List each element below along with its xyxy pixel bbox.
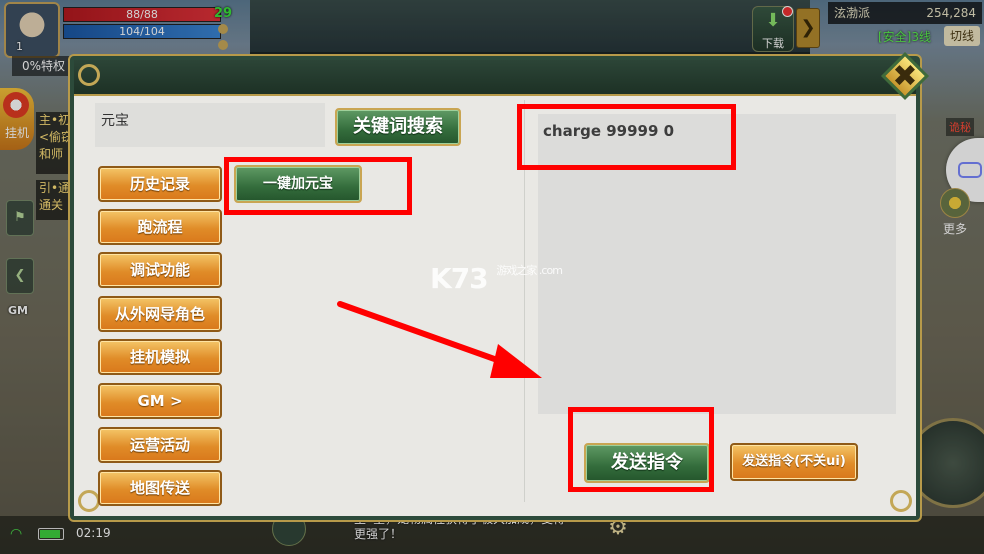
highlight-box	[517, 104, 736, 170]
corner-ornament	[78, 490, 100, 512]
close-button[interactable]: ✖	[880, 51, 932, 102]
menu-map-teleport[interactable]: 地图传送	[98, 470, 222, 506]
watermark-sub: 游戏之家 .com	[496, 264, 562, 277]
search-input-value: 元宝	[101, 113, 129, 129]
menu-import-role[interactable]: 从外网导角色	[98, 296, 222, 332]
watermark-main: K73	[430, 262, 489, 295]
menu-idle-sim[interactable]: 挂机模拟	[98, 339, 222, 375]
highlight-box	[224, 157, 412, 215]
menu-gm[interactable]: GM >	[98, 383, 222, 419]
menu-operations[interactable]: 运营活动	[98, 427, 222, 463]
menu-history[interactable]: 历史记录	[98, 166, 222, 202]
corner-ornament	[78, 64, 100, 86]
menu-run-flow[interactable]: 跑流程	[98, 209, 222, 245]
keyword-search-button[interactable]: 关键词搜索	[335, 108, 461, 146]
menu-debug[interactable]: 调试功能	[98, 252, 222, 288]
corner-ornament	[890, 490, 912, 512]
watermark: K73 游戏之家 .com	[430, 262, 563, 295]
search-input[interactable]: 元宝	[95, 103, 325, 147]
panel-header	[74, 60, 916, 96]
close-icon: ✖	[892, 59, 918, 94]
red-arrow-annotation	[337, 301, 542, 378]
send-command-keep-ui-button[interactable]: 发送指令(不关ui)	[730, 443, 858, 481]
highlight-box	[568, 407, 714, 492]
